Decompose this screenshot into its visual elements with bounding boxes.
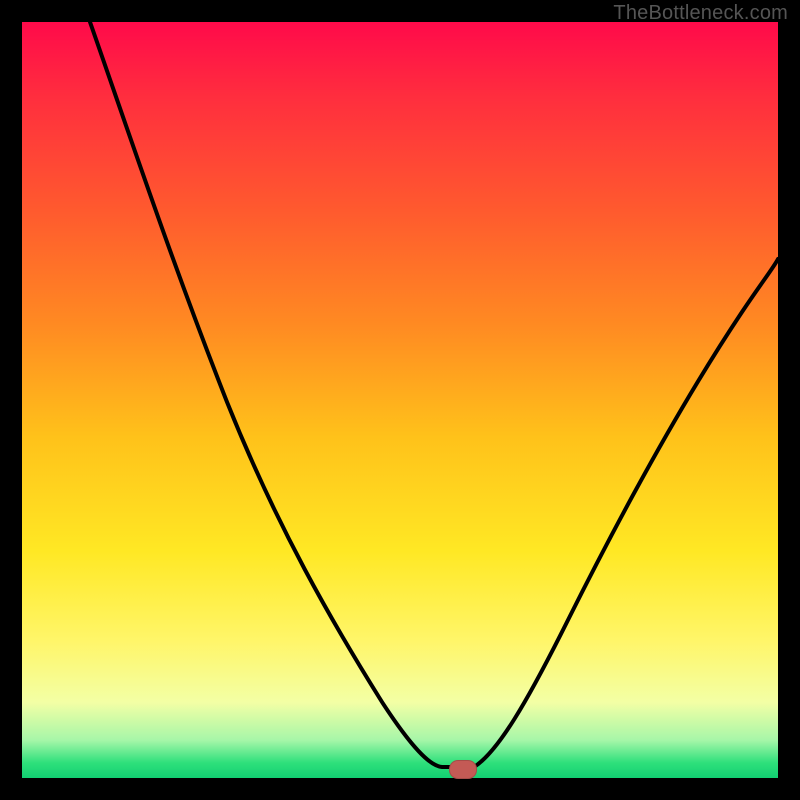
watermark-text: TheBottleneck.com: [613, 2, 788, 25]
curve-right-branch: [474, 259, 778, 767]
chart-frame: { "watermark": "TheBottleneck.com", "cha…: [0, 0, 800, 800]
plot-area: [22, 22, 778, 778]
min-marker: [449, 760, 477, 779]
curve-left-branch: [90, 22, 462, 767]
bottleneck-curve: [22, 22, 778, 778]
